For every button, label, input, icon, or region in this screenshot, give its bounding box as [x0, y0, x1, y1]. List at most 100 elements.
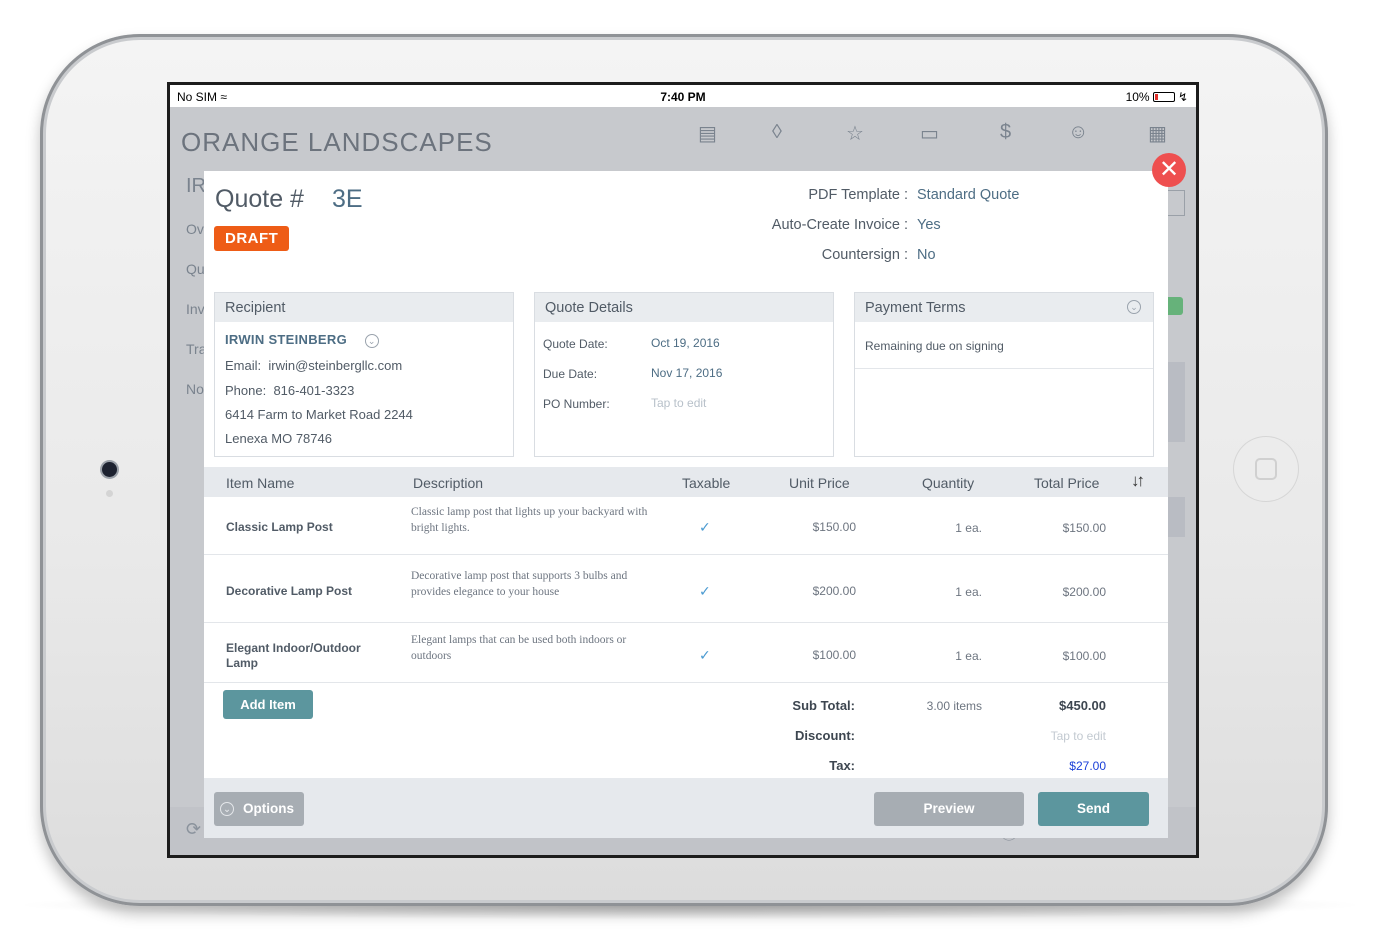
sidebar-fragment-invoices[interactable]: Inv [186, 301, 205, 317]
calendar-icon[interactable]: ▦ [1148, 121, 1167, 146]
sidebar-fragment-notes[interactable]: No [186, 381, 204, 397]
chevron-down-icon[interactable]: ⌄ [1127, 300, 1141, 314]
send-button[interactable]: Send [1038, 792, 1149, 826]
table-row[interactable]: Decorative Lamp Post Decorative lamp pos… [204, 555, 1168, 623]
home-button[interactable] [1234, 437, 1298, 501]
payment-terms-text[interactable]: Remaining due on signing [865, 339, 1004, 353]
taxable-check-icon[interactable]: ✓ [699, 583, 711, 600]
background-panel [1165, 362, 1185, 442]
recipient-name: IRWIN STEINBERG [225, 332, 347, 347]
meta-value: Standard Quote [917, 187, 1020, 203]
col-taxable: Taxable [682, 475, 731, 491]
item-count: 3.00 items [926, 699, 982, 713]
recipient-address-line2: Lenexa MO 78746 [225, 431, 332, 446]
item-unit-price: $100.00 [812, 648, 856, 662]
meta-label: PDF Template : [808, 187, 908, 203]
preview-button[interactable]: Preview [874, 792, 1024, 826]
background-field [1165, 190, 1185, 216]
home-square-icon [1255, 458, 1277, 480]
chevron-down-icon: ⌄ [220, 802, 234, 816]
meta-label: Countersign : [821, 247, 908, 263]
dollar-icon[interactable]: $ [1000, 121, 1011, 144]
status-badge: DRAFT [214, 226, 290, 251]
modal-footer: ⌄ Options Preview Send [204, 778, 1168, 838]
due-date-label: Due Date: [543, 367, 598, 381]
sort-icon[interactable]: ↓↑ [1131, 471, 1145, 491]
close-icon[interactable]: ✕ [1152, 153, 1186, 187]
table-row[interactable]: Classic Lamp Post Classic lamp post that… [204, 497, 1168, 555]
add-item-button[interactable]: Add Item [223, 690, 313, 719]
app-title: ORANGE LANDSCAPES [181, 127, 493, 157]
ambient-sensor [106, 490, 113, 497]
background-panel-2 [1165, 497, 1185, 537]
tax-label: Tax: [829, 758, 855, 773]
recipient-address-line1: 6414 Farm to Market Road 2244 [225, 407, 413, 422]
col-item-name: Item Name [226, 475, 295, 491]
card-header: Payment Terms ⌄ [855, 293, 1153, 322]
sidebar-fragment-overview[interactable]: Ov [186, 221, 204, 237]
item-name: Decorative Lamp Post [226, 584, 353, 598]
col-description: Description [413, 475, 484, 491]
quote-details-card: Quote Details Quote Date: Oct 19, 2016 D… [534, 292, 834, 457]
quote-modal: Quote # 3E DRAFT PDF Template : Standard… [204, 171, 1168, 838]
status-bar: No SIM ≈ 7:40 PM 10% ↯ [170, 85, 1196, 107]
options-button[interactable]: ⌄ Options [214, 792, 304, 826]
item-total: $100.00 [1062, 649, 1106, 663]
discount-field[interactable]: Tap to edit [1051, 729, 1106, 743]
front-camera [102, 462, 117, 477]
item-name: Classic Lamp Post [226, 520, 333, 534]
taxable-check-icon[interactable]: ✓ [699, 519, 711, 536]
item-description: Classic lamp post that lights up your ba… [411, 506, 648, 534]
recipient-phone[interactable]: Phone: 816-401-3323 [225, 383, 354, 398]
battery-indicator: 10% ↯ [1125, 90, 1188, 104]
folder-icon[interactable]: ▭ [920, 121, 939, 146]
items-table-header: Item Name Description Taxable Unit Price… [204, 467, 1168, 497]
quote-label: Quote # [215, 185, 304, 213]
app-background: ORANGE LANDSCAPES ▤ ◊ ☆ ▭ $ ☺ ▦ IR Ov Qu… [170, 107, 1196, 855]
quote-date-value[interactable]: Oct 19, 2016 [651, 336, 720, 350]
star-icon[interactable]: ☆ [846, 121, 864, 146]
card-title: Recipient [215, 293, 513, 322]
recipient-card: Recipient IRWIN STEINBERG ⌄ Email: irwin… [214, 292, 514, 457]
sidebar-fragment-header: IR [186, 175, 206, 197]
col-unit-price: Unit Price [789, 475, 850, 491]
item-quantity: 1 ea. [955, 585, 982, 599]
due-date-value[interactable]: Nov 17, 2016 [651, 366, 722, 380]
item-unit-price: $150.00 [812, 520, 856, 534]
recipient-name-row[interactable]: IRWIN STEINBERG ⌄ [225, 332, 379, 348]
quote-date-label: Quote Date: [543, 337, 608, 351]
sidebar-fragment-quotes[interactable]: Qu [186, 261, 205, 277]
item-total: $150.00 [1062, 521, 1106, 535]
col-total-price: Total Price [1034, 475, 1100, 491]
quote-number[interactable]: 3E [332, 185, 363, 214]
meta-value: No [917, 247, 936, 263]
item-name: Elegant Indoor/Outdoor Lamp [226, 641, 361, 670]
item-total: $200.00 [1062, 585, 1106, 599]
po-number-field[interactable]: Tap to edit [651, 396, 706, 410]
screen: No SIM ≈ 7:40 PM 10% ↯ ORANGE LANDSCAPES… [167, 82, 1199, 858]
clock: 7:40 PM [660, 90, 706, 104]
tax-value[interactable]: $27.00 [1069, 759, 1106, 773]
subtotal-label: Sub Total: [792, 698, 855, 713]
po-number-label: PO Number: [543, 397, 610, 411]
divider [855, 368, 1153, 369]
payment-terms-card: Payment Terms ⌄ Remaining due on signing [854, 292, 1154, 457]
sync-icon[interactable]: ⟳ [186, 819, 201, 840]
taxable-check-icon[interactable]: ✓ [699, 647, 711, 664]
users-icon[interactable]: ☺ [1068, 121, 1088, 144]
table-row[interactable]: Elegant Indoor/Outdoor Lamp Elegant lamp… [204, 623, 1168, 683]
meta-label: Auto-Create Invoice : [771, 217, 908, 233]
chevron-down-icon[interactable]: ⌄ [364, 333, 379, 348]
item-description: Decorative lamp post that supports 3 bul… [411, 570, 628, 598]
card-title: Quote Details [535, 293, 833, 322]
layers-icon[interactable]: ◊ [772, 121, 782, 144]
meta-value: Yes [917, 217, 941, 233]
item-unit-price: $200.00 [812, 584, 856, 598]
charging-icon: ↯ [1177, 90, 1188, 104]
briefcase-icon[interactable]: ▤ [698, 121, 717, 146]
item-quantity: 1 ea. [955, 649, 982, 663]
item-quantity: 1 ea. [955, 521, 982, 535]
subtotal-value: $450.00 [1059, 698, 1106, 713]
item-description: Elegant lamps that can be used both indo… [411, 634, 627, 662]
recipient-email[interactable]: Email: irwin@steinbergllc.com [225, 358, 402, 373]
